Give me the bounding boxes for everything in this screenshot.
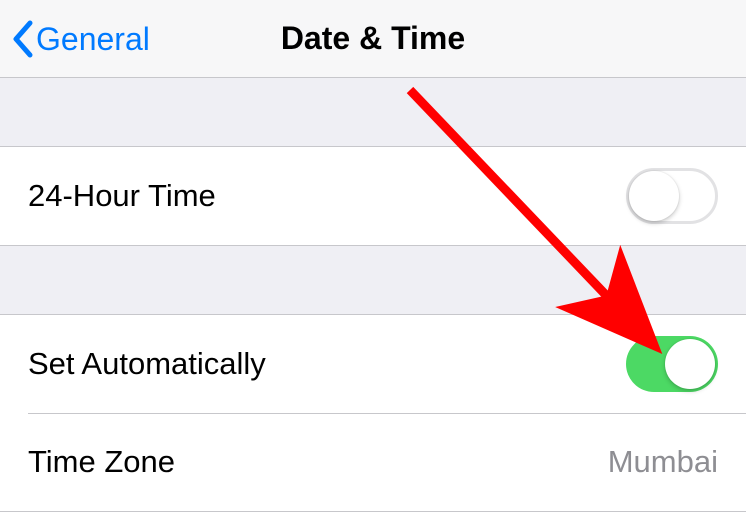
row-time-zone[interactable]: Time Zone Mumbai bbox=[0, 413, 746, 511]
row-24-hour-time: 24-Hour Time bbox=[0, 147, 746, 245]
settings-group-1: 24-Hour Time bbox=[0, 146, 746, 246]
row-set-automatically: Set Automatically bbox=[0, 315, 746, 413]
chevron-left-icon bbox=[10, 20, 34, 58]
section-spacer bbox=[0, 78, 746, 146]
back-button[interactable]: General bbox=[10, 0, 150, 78]
section-spacer bbox=[0, 246, 746, 314]
toggle-set-automatically[interactable] bbox=[626, 336, 718, 392]
settings-group-2: Set Automatically Time Zone Mumbai bbox=[0, 314, 746, 512]
row-label: Set Automatically bbox=[28, 346, 266, 382]
back-label: General bbox=[36, 21, 150, 58]
time-zone-value: Mumbai bbox=[608, 444, 718, 480]
toggle-24-hour-time[interactable] bbox=[626, 168, 718, 224]
toggle-knob bbox=[629, 171, 679, 221]
navigation-bar: General Date & Time bbox=[0, 0, 746, 78]
row-label: Time Zone bbox=[28, 444, 175, 480]
toggle-knob bbox=[665, 339, 715, 389]
row-label: 24-Hour Time bbox=[28, 178, 216, 214]
